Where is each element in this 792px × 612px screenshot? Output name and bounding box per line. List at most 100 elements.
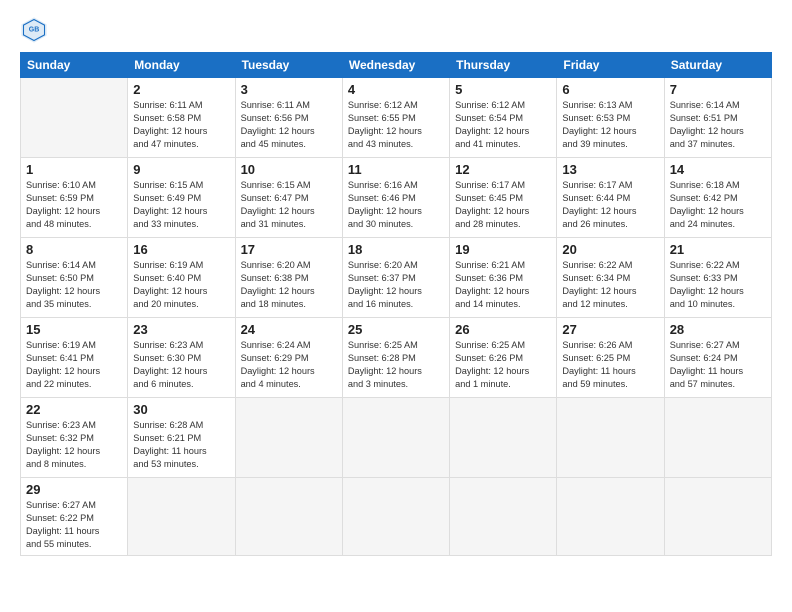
day-number: 18 (348, 242, 444, 257)
calendar-week-row: 15Sunrise: 6:19 AMSunset: 6:41 PMDayligh… (21, 318, 772, 398)
logo: GB (20, 16, 52, 44)
calendar-cell: 9 Sunrise: 6:15 AMSunset: 6:49 PMDaylight… (128, 158, 235, 238)
day-info: Sunrise: 6:20 AMSunset: 6:37 PMDaylight:… (348, 259, 444, 311)
day-info: Sunrise: 6:17 AMSunset: 6:45 PMDaylight:… (455, 179, 551, 231)
calendar-cell: 21 Sunrise: 6:22 AMSunset: 6:33 PMDayligh… (664, 238, 771, 318)
logo-icon: GB (20, 16, 48, 44)
svg-text:GB: GB (29, 26, 40, 33)
day-info: Sunrise: 6:28 AMSunset: 6:21 PMDaylight:… (133, 419, 229, 471)
day-info: Sunrise: 6:27 AMSunset: 6:22 PMDaylight:… (26, 499, 122, 551)
header-thursday: Thursday (450, 53, 557, 78)
day-number: 20 (562, 242, 658, 257)
calendar-cell (450, 478, 557, 556)
calendar-cell: 3 Sunrise: 6:11 AMSunset: 6:56 PMDaylight… (235, 78, 342, 158)
calendar-cell: 18 Sunrise: 6:20 AMSunset: 6:37 PMDayligh… (342, 238, 449, 318)
calendar-cell (557, 478, 664, 556)
day-number: 2 (133, 82, 229, 97)
day-info: Sunrise: 6:14 AMSunset: 6:50 PMDaylight:… (26, 259, 122, 311)
day-number: 26 (455, 322, 551, 337)
day-number: 3 (241, 82, 337, 97)
calendar-cell: 5 Sunrise: 6:12 AMSunset: 6:54 PMDaylight… (450, 78, 557, 158)
day-info: Sunrise: 6:14 AMSunset: 6:51 PMDaylight:… (670, 99, 766, 151)
header-friday: Friday (557, 53, 664, 78)
calendar-cell: 6 Sunrise: 6:13 AMSunset: 6:53 PMDaylight… (557, 78, 664, 158)
day-info: Sunrise: 6:10 AMSunset: 6:59 PMDaylight:… (26, 179, 122, 231)
day-number: 15 (26, 322, 122, 337)
day-number: 29 (26, 482, 122, 497)
day-number: 5 (455, 82, 551, 97)
day-info: Sunrise: 6:12 AMSunset: 6:55 PMDaylight:… (348, 99, 444, 151)
calendar-cell: 19Sunrise: 6:21 AMSunset: 6:36 PMDayligh… (450, 238, 557, 318)
day-number: 24 (241, 322, 337, 337)
header-tuesday: Tuesday (235, 53, 342, 78)
day-number: 6 (562, 82, 658, 97)
calendar-cell (342, 478, 449, 556)
calendar-cell: 25Sunrise: 6:25 AMSunset: 6:28 PMDayligh… (342, 318, 449, 398)
page: GB SundayMondayTuesdayWednesdayThursdayF… (0, 0, 792, 612)
day-info: Sunrise: 6:25 AMSunset: 6:26 PMDaylight:… (455, 339, 551, 391)
calendar-week-row: 1 Sunrise: 6:10 AMSunset: 6:59 PMDaylight… (21, 158, 772, 238)
header-saturday: Saturday (664, 53, 771, 78)
calendar-cell: 26 Sunrise: 6:25 AMSunset: 6:26 PMDayligh… (450, 318, 557, 398)
day-number: 14 (670, 162, 766, 177)
calendar-cell: 10Sunrise: 6:15 AMSunset: 6:47 PMDayligh… (235, 158, 342, 238)
calendar-cell (128, 478, 235, 556)
calendar-cell: 4Sunrise: 6:12 AMSunset: 6:55 PMDaylight… (342, 78, 449, 158)
calendar-cell: 29 Sunrise: 6:27 AMSunset: 6:22 PMDayligh… (21, 478, 128, 556)
calendar-cell (235, 478, 342, 556)
calendar-cell: 22Sunrise: 6:23 AMSunset: 6:32 PMDayligh… (21, 398, 128, 478)
calendar-cell: 2 Sunrise: 6:11 AMSunset: 6:58 PMDaylight… (128, 78, 235, 158)
calendar-cell (21, 78, 128, 158)
calendar-cell (664, 478, 771, 556)
header-wednesday: Wednesday (342, 53, 449, 78)
calendar-header-row: SundayMondayTuesdayWednesdayThursdayFrid… (21, 53, 772, 78)
calendar-cell: 30 Sunrise: 6:28 AMSunset: 6:21 PMDayligh… (128, 398, 235, 478)
header: GB (20, 16, 772, 44)
calendar-cell: 27 Sunrise: 6:26 AMSunset: 6:25 PMDayligh… (557, 318, 664, 398)
calendar-cell: 12 Sunrise: 6:17 AMSunset: 6:45 PMDayligh… (450, 158, 557, 238)
day-number: 28 (670, 322, 766, 337)
day-info: Sunrise: 6:11 AMSunset: 6:56 PMDaylight:… (241, 99, 337, 151)
calendar-cell (342, 398, 449, 478)
day-number: 16 (133, 242, 229, 257)
day-info: Sunrise: 6:15 AMSunset: 6:47 PMDaylight:… (241, 179, 337, 231)
header-sunday: Sunday (21, 53, 128, 78)
calendar-cell: 7 Sunrise: 6:14 AMSunset: 6:51 PMDaylight… (664, 78, 771, 158)
calendar-cell: 8Sunrise: 6:14 AMSunset: 6:50 PMDaylight… (21, 238, 128, 318)
calendar-cell (557, 398, 664, 478)
calendar-cell: 17 Sunrise: 6:20 AMSunset: 6:38 PMDayligh… (235, 238, 342, 318)
calendar-cell: 24Sunrise: 6:24 AMSunset: 6:29 PMDayligh… (235, 318, 342, 398)
calendar-cell: 16Sunrise: 6:19 AMSunset: 6:40 PMDayligh… (128, 238, 235, 318)
calendar-cell: 1 Sunrise: 6:10 AMSunset: 6:59 PMDaylight… (21, 158, 128, 238)
day-number: 7 (670, 82, 766, 97)
calendar-cell (664, 398, 771, 478)
day-number: 30 (133, 402, 229, 417)
calendar-cell: 11 Sunrise: 6:16 AMSunset: 6:46 PMDayligh… (342, 158, 449, 238)
day-info: Sunrise: 6:22 AMSunset: 6:33 PMDaylight:… (670, 259, 766, 311)
day-number: 21 (670, 242, 766, 257)
day-info: Sunrise: 6:23 AMSunset: 6:30 PMDaylight:… (133, 339, 229, 391)
day-info: Sunrise: 6:22 AMSunset: 6:34 PMDaylight:… (562, 259, 658, 311)
calendar-cell: 15Sunrise: 6:19 AMSunset: 6:41 PMDayligh… (21, 318, 128, 398)
day-info: Sunrise: 6:15 AMSunset: 6:49 PMDaylight:… (133, 179, 229, 231)
day-number: 22 (26, 402, 122, 417)
day-number: 9 (133, 162, 229, 177)
day-info: Sunrise: 6:18 AMSunset: 6:42 PMDaylight:… (670, 179, 766, 231)
day-info: Sunrise: 6:11 AMSunset: 6:58 PMDaylight:… (133, 99, 229, 151)
header-monday: Monday (128, 53, 235, 78)
day-number: 17 (241, 242, 337, 257)
day-number: 13 (562, 162, 658, 177)
day-number: 12 (455, 162, 551, 177)
calendar: SundayMondayTuesdayWednesdayThursdayFrid… (20, 52, 772, 556)
day-info: Sunrise: 6:12 AMSunset: 6:54 PMDaylight:… (455, 99, 551, 151)
day-info: Sunrise: 6:21 AMSunset: 6:36 PMDaylight:… (455, 259, 551, 311)
calendar-week-row: 8Sunrise: 6:14 AMSunset: 6:50 PMDaylight… (21, 238, 772, 318)
day-number: 1 (26, 162, 122, 177)
day-info: Sunrise: 6:20 AMSunset: 6:38 PMDaylight:… (241, 259, 337, 311)
day-info: Sunrise: 6:26 AMSunset: 6:25 PMDaylight:… (562, 339, 658, 391)
day-info: Sunrise: 6:16 AMSunset: 6:46 PMDaylight:… (348, 179, 444, 231)
calendar-cell: 23Sunrise: 6:23 AMSunset: 6:30 PMDayligh… (128, 318, 235, 398)
day-number: 27 (562, 322, 658, 337)
day-info: Sunrise: 6:13 AMSunset: 6:53 PMDaylight:… (562, 99, 658, 151)
day-number: 11 (348, 162, 444, 177)
